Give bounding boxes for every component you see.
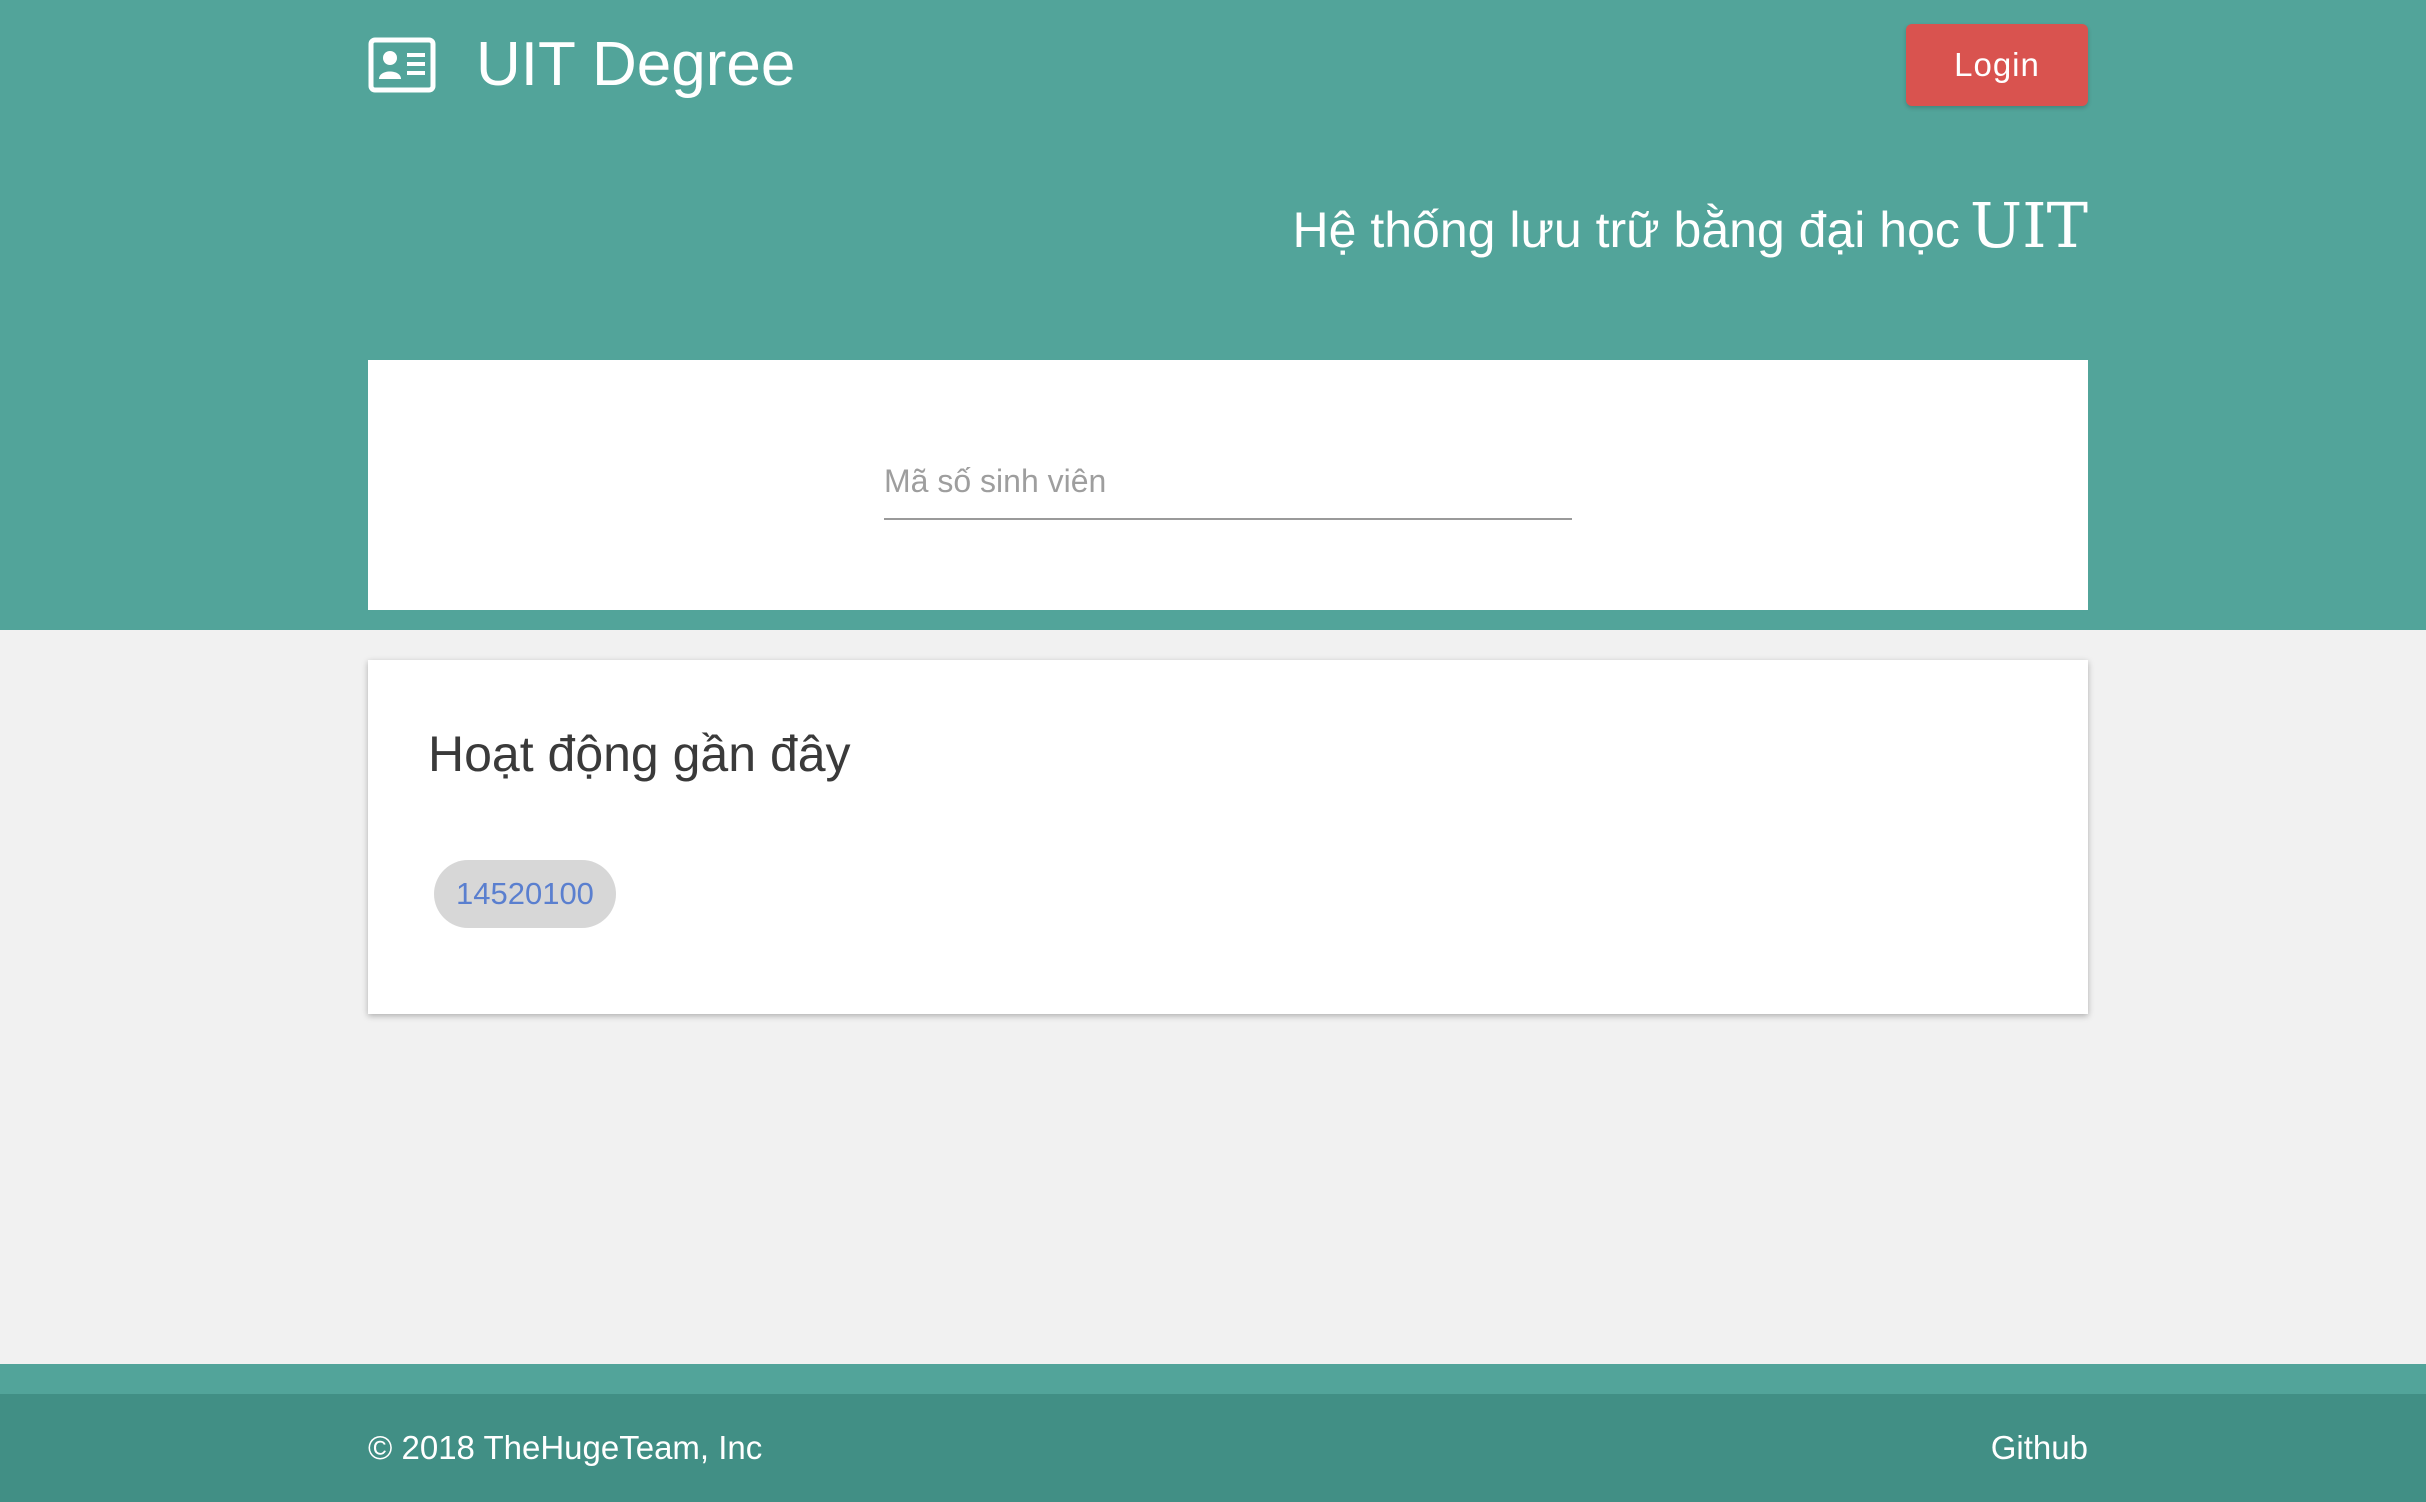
brand[interactable]: UIT Degree <box>368 30 795 100</box>
tagline: Hệ thống lưu trữ bằng đại học UIT <box>1293 186 2088 270</box>
recent-activity-chip[interactable]: 14520100 <box>434 860 616 928</box>
header-band: UIT Degree Login Hệ thống lưu trữ bằng đ… <box>0 0 2426 630</box>
search-panel <box>368 360 2088 610</box>
tagline-brand: UIT <box>1969 189 2088 262</box>
tagline-text: Hệ thống lưu trữ bằng đại học <box>1292 202 1960 258</box>
id-card-icon <box>368 37 436 93</box>
footer: © 2018 TheHugeTeam, Inc Github <box>0 1394 2426 1502</box>
recent-activity-card: Hoạt động gần đây 14520100 <box>368 660 2088 1014</box>
login-button[interactable]: Login <box>1906 24 2088 106</box>
recent-activity-title: Hoạt động gần đây <box>428 726 851 782</box>
student-id-input[interactable] <box>884 444 1572 520</box>
brand-title: UIT Degree <box>476 30 796 99</box>
github-link[interactable]: Github <box>1991 1426 2088 1470</box>
footer-strip <box>0 1364 2426 1394</box>
copyright-text: © 2018 TheHugeTeam, Inc <box>368 1429 763 1466</box>
